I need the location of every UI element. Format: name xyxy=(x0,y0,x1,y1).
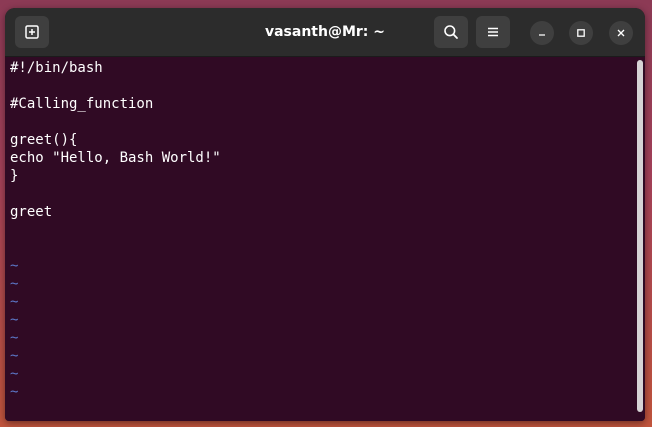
scrollbar[interactable] xyxy=(637,60,643,412)
menu-button[interactable] xyxy=(476,16,510,48)
editor-line-6: echo "Hello, Bash World!" xyxy=(10,150,221,166)
minimize-button[interactable] xyxy=(530,21,554,45)
empty-line-tilde: ~ xyxy=(10,384,19,400)
empty-line-tilde: ~ xyxy=(10,330,19,346)
title-bar: vasanth@Mr: ~ xyxy=(5,8,645,57)
editor-line-5: greet(){ xyxy=(10,132,78,148)
window-title: vasanth@Mr: ~ xyxy=(264,24,386,40)
empty-line-tilde: ~ xyxy=(10,312,19,328)
empty-line-tilde: ~ xyxy=(10,366,19,382)
editor-line-7: } xyxy=(10,168,19,184)
empty-line-tilde: ~ xyxy=(10,348,19,364)
editor-line-3: #Calling_function xyxy=(10,96,154,112)
empty-line-tilde: ~ xyxy=(10,294,19,310)
close-button[interactable] xyxy=(609,21,633,45)
editor-line-1: #!/bin/bash xyxy=(10,60,103,76)
terminal-window: vasanth@Mr: ~ #!/bin/bash #Calling_funct… xyxy=(5,8,645,421)
search-icon xyxy=(444,25,458,39)
empty-line-tilde: ~ xyxy=(10,276,19,292)
maximize-icon xyxy=(577,29,585,37)
editor-line-9: greet xyxy=(10,204,53,220)
hamburger-menu-icon xyxy=(488,27,498,37)
empty-line-tilde: ~ xyxy=(10,258,19,274)
new-tab-button[interactable] xyxy=(15,16,49,48)
terminal-editor-area[interactable]: #!/bin/bash #Calling_function greet(){ e… xyxy=(5,57,645,421)
close-icon xyxy=(617,29,625,37)
minimize-icon xyxy=(539,34,545,36)
new-tab-icon xyxy=(25,25,39,39)
search-button[interactable] xyxy=(434,16,468,48)
maximize-button[interactable] xyxy=(569,21,593,45)
